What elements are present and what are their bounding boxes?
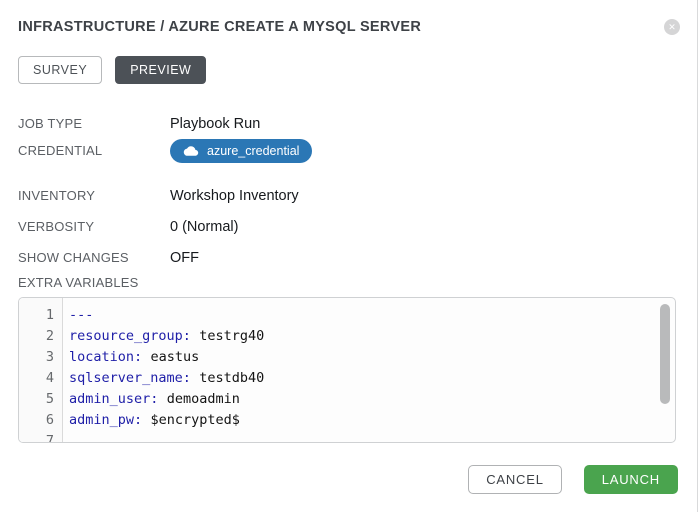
code-text: admin_user:demoadmin (63, 389, 240, 410)
field-row-credential: CREDENTIAL azure_credential (18, 139, 680, 180)
verbosity-label: VERBOSITY (18, 219, 170, 234)
code-line: 3 location:eastus (19, 347, 675, 368)
cloud-icon (183, 145, 199, 157)
editor-lines: 1 --- 2 resource_group:testrg40 3 locati… (19, 298, 675, 443)
verbosity-value: 0 (Normal) (170, 219, 238, 235)
field-row-verbosity: VERBOSITY 0 (Normal) (18, 211, 680, 242)
field-row-inventory: INVENTORY Workshop Inventory (18, 180, 680, 211)
line-number: 4 (19, 368, 63, 389)
job-summary-fields: JOB TYPE Playbook Run CREDENTIAL azure_c… (18, 108, 680, 273)
code-line: 2 resource_group:testrg40 (19, 326, 675, 347)
modal-footer: CANCEL LAUNCH (18, 465, 680, 494)
inventory-label: INVENTORY (18, 188, 170, 203)
code-line: 6 admin_pw:$encrypted$ (19, 410, 675, 431)
tab-preview[interactable]: PREVIEW (115, 56, 206, 84)
code-text: admin_pw:$encrypted$ (63, 410, 240, 431)
code-text: --- (63, 305, 102, 326)
field-row-show-changes: SHOW CHANGES OFF (18, 242, 680, 273)
modal-header: INFRASTRUCTURE / AZURE CREATE A MYSQL SE… (18, 18, 680, 35)
code-text (63, 431, 77, 443)
job-type-value: Playbook Run (170, 116, 260, 132)
code-line: 7 (19, 431, 675, 443)
close-icon[interactable]: ✕ (664, 19, 680, 35)
code-text: sqlserver_name:testdb40 (63, 368, 264, 389)
line-number: 3 (19, 347, 63, 368)
code-line: 4 sqlserver_name:testdb40 (19, 368, 675, 389)
line-number: 6 (19, 410, 63, 431)
extra-variables-label: EXTRA VARIABLES (18, 275, 680, 290)
code-text: location:eastus (63, 347, 199, 368)
field-row-job-type: JOB TYPE Playbook Run (18, 108, 680, 139)
job-launch-preview-modal: INFRASTRUCTURE / AZURE CREATE A MYSQL SE… (0, 0, 698, 494)
launch-button[interactable]: LAUNCH (584, 465, 678, 494)
code-line: 5 admin_user:demoadmin (19, 389, 675, 410)
editor-scrollbar[interactable] (660, 304, 670, 404)
line-number: 5 (19, 389, 63, 410)
extra-variables-editor[interactable]: 1 --- 2 resource_group:testrg40 3 locati… (18, 297, 676, 443)
code-line: 1 --- (19, 305, 675, 326)
show-changes-label: SHOW CHANGES (18, 250, 170, 265)
tab-survey[interactable]: SURVEY (18, 56, 102, 84)
page-title: INFRASTRUCTURE / AZURE CREATE A MYSQL SE… (18, 18, 664, 35)
show-changes-value: OFF (170, 250, 199, 266)
credential-label: CREDENTIAL (18, 139, 170, 158)
line-number: 7 (19, 431, 63, 443)
cancel-button[interactable]: CANCEL (468, 465, 562, 494)
inventory-value: Workshop Inventory (170, 188, 299, 204)
extra-variables-section: EXTRA VARIABLES 1 --- 2 resource_group:t… (18, 275, 680, 443)
line-number: 2 (19, 326, 63, 347)
job-type-label: JOB TYPE (18, 116, 170, 131)
credential-badge[interactable]: azure_credential (170, 139, 312, 163)
line-number: 1 (19, 305, 63, 326)
credential-badge-label: azure_credential (207, 144, 299, 158)
tab-bar: SURVEY PREVIEW (18, 56, 680, 84)
code-text: resource_group:testrg40 (63, 326, 264, 347)
